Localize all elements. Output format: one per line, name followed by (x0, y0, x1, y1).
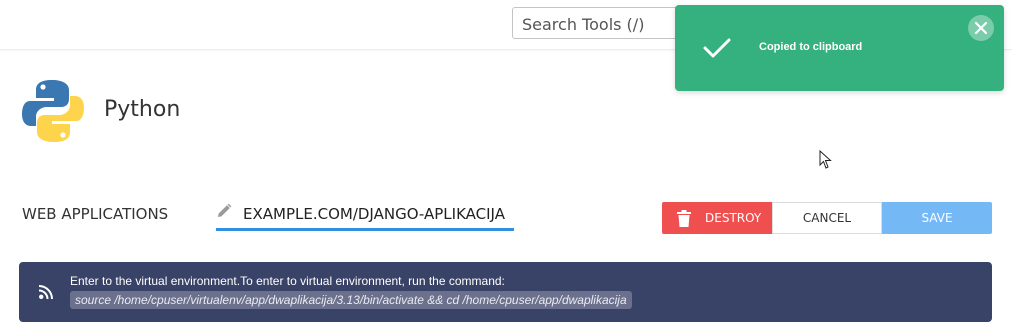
cancel-button[interactable]: CANCEL (772, 202, 882, 234)
breadcrumb-web-applications[interactable]: WEB APPLICATIONS (22, 205, 168, 223)
rss-icon (39, 285, 53, 299)
save-button[interactable]: SAVE (882, 202, 992, 234)
close-toast-button[interactable] (968, 15, 994, 41)
toast-message: Copied to clipboard (759, 41, 863, 53)
python-app-page: Search Tools (/) Copied to clipboard Pyt… (0, 0, 1012, 328)
destroy-label: DESTROY (705, 211, 762, 225)
app-name: EXAMPLE.COM/DJANGO-APLIKACIJA (243, 205, 505, 223)
page-title: Python (104, 97, 181, 122)
mouse-cursor-icon (819, 150, 832, 169)
info-text: Enter to the virtual environment.To ente… (70, 274, 505, 288)
trash-icon (677, 210, 691, 227)
info-banner: Enter to the virtual environment.To ente… (19, 262, 992, 322)
notification-toast: Copied to clipboard (675, 5, 1004, 91)
venv-command[interactable]: source /home/cpuser/virtualenv/app/dwapl… (70, 291, 632, 309)
app-name-field[interactable]: EXAMPLE.COM/DJANGO-APLIKACIJA (216, 198, 514, 231)
pencil-icon (218, 203, 232, 217)
check-icon (703, 38, 731, 58)
search-input[interactable]: Search Tools (/) (512, 7, 692, 39)
close-icon (974, 21, 988, 35)
destroy-button[interactable]: DESTROY (662, 202, 772, 234)
python-logo (22, 80, 84, 142)
search-placeholder: Search Tools (/) (522, 15, 645, 34)
